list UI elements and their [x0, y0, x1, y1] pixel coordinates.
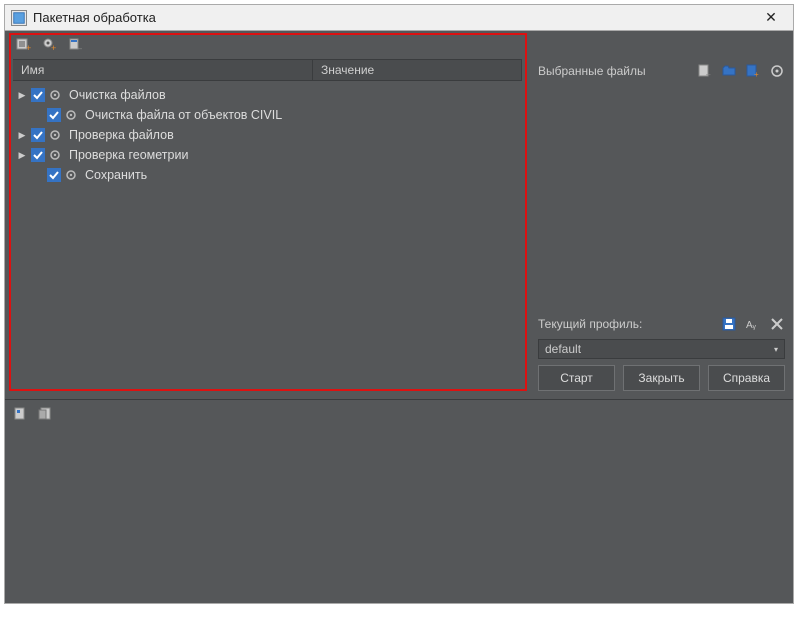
open-folder-icon[interactable] [721, 63, 737, 79]
left-pane: + + – Имя Значение [5, 31, 530, 399]
profile-label: Текущий профиль: [538, 317, 721, 331]
files-header: Выбранные файлы – + [530, 59, 793, 85]
upper-area: + + – Имя Значение [5, 31, 793, 399]
tree-label: Проверка геометрии [65, 148, 188, 162]
rename-profile-icon[interactable]: Aᵧ [745, 316, 761, 332]
profile-value: default [545, 342, 581, 356]
profile-header: Текущий профиль: Aᵧ [538, 313, 785, 335]
checkbox[interactable] [47, 108, 61, 122]
tree-row[interactable]: ▶ Очистка файлов [13, 85, 522, 105]
grid: Имя Значение ▶ Очистка файлов [13, 59, 522, 189]
log-toolbar [13, 406, 785, 422]
add-gear-icon[interactable]: + [41, 36, 59, 54]
tree-row[interactable]: ▶ Проверка файлов [13, 125, 522, 145]
svg-text:–: – [706, 70, 711, 78]
add-card-icon[interactable]: – [67, 36, 85, 54]
right-pane: Выбранные файлы – + Текущий профиль: [530, 31, 793, 399]
tree: ▶ Очистка файлов ▶ Очистка файла от об [13, 81, 522, 189]
svg-text:–: – [77, 43, 82, 53]
tree-row[interactable]: ▶ Сохранить [13, 165, 522, 185]
tree-label: Очистка файла от объектов CIVIL [81, 108, 282, 122]
log-pane [5, 399, 793, 603]
add-file-icon[interactable]: + [745, 63, 761, 79]
paste-log-icon[interactable] [37, 406, 53, 422]
svg-text:+: + [51, 43, 56, 53]
svg-text:Aᵧ: Aᵧ [746, 320, 757, 331]
expand-arrow-icon[interactable]: ▶ [17, 130, 27, 141]
svg-text:+: + [26, 43, 31, 53]
titlebar: Пакетная обработка ✕ [5, 5, 793, 31]
chevron-down-icon: ▾ [774, 345, 778, 354]
close-button[interactable]: Закрыть [623, 365, 700, 391]
tree-label: Проверка файлов [65, 128, 174, 142]
batch-window: Пакетная обработка ✕ + + – [4, 4, 794, 604]
tree-row[interactable]: ▶ Проверка геометрии [13, 145, 522, 165]
expand-arrow-icon[interactable]: ▶ [17, 150, 27, 161]
checkbox[interactable] [31, 128, 45, 142]
content: + + – Имя Значение [5, 31, 793, 603]
gear-icon [49, 129, 61, 141]
tree-label: Сохранить [81, 168, 147, 182]
remove-file-icon[interactable]: – [697, 63, 713, 79]
expand-arrow-icon[interactable]: ▶ [17, 90, 27, 101]
profile-combo[interactable]: default ▾ [538, 339, 785, 359]
gear-icon [49, 89, 61, 101]
add-list-icon[interactable]: + [15, 36, 33, 54]
save-profile-icon[interactable] [721, 316, 737, 332]
profile-section: Текущий профиль: Aᵧ default ▾ [530, 313, 793, 365]
app-icon [11, 10, 27, 26]
tree-label: Очистка файлов [65, 88, 166, 102]
start-button[interactable]: Старт [538, 365, 615, 391]
gear-icon [65, 169, 77, 181]
left-toolbar: + + – [5, 31, 530, 59]
files-title: Выбранные файлы [538, 64, 697, 78]
copy-log-icon[interactable] [13, 406, 29, 422]
window-title: Пакетная обработка [33, 10, 755, 25]
tree-row[interactable]: ▶ Очистка файла от объектов CIVIL [13, 105, 522, 125]
col-name[interactable]: Имя [13, 60, 313, 80]
checkbox[interactable] [31, 88, 45, 102]
help-button[interactable]: Справка [708, 365, 785, 391]
checkbox[interactable] [47, 168, 61, 182]
col-value[interactable]: Значение [313, 60, 522, 80]
button-row: Старт Закрыть Справка [530, 365, 793, 399]
checkbox[interactable] [31, 148, 45, 162]
svg-text:+: + [754, 70, 759, 78]
grid-header: Имя Значение [13, 59, 522, 81]
delete-profile-icon[interactable] [769, 316, 785, 332]
gear-icon [49, 149, 61, 161]
gear-icon [65, 109, 77, 121]
close-window-button[interactable]: ✕ [755, 6, 787, 30]
files-list[interactable] [538, 85, 785, 307]
settings-gear-icon[interactable] [769, 63, 785, 79]
